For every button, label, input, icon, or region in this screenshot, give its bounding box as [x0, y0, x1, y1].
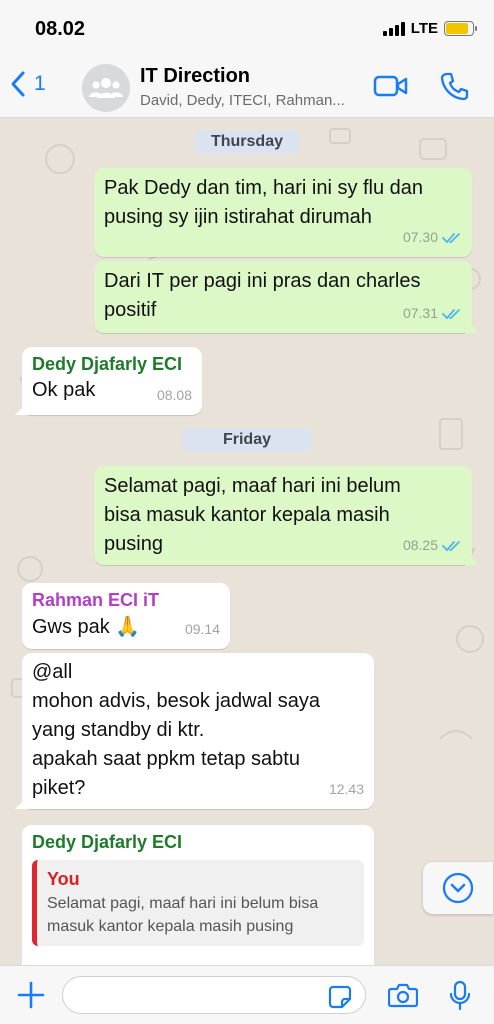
sticker-icon — [328, 985, 352, 1009]
sticker-button[interactable] — [328, 985, 352, 1014]
message-outgoing[interactable]: Dari IT per pagi ini pras dan charles po… — [94, 261, 472, 333]
sender-name: Dedy Djafarly ECI — [32, 832, 183, 852]
message-meta: 07.30 — [403, 223, 462, 252]
group-avatar-icon — [89, 78, 123, 98]
video-call-icon — [373, 75, 408, 97]
message-incoming[interactable]: @all mohon advis, besok jadwal saya yang… — [22, 653, 374, 809]
status-time: 08.02 — [35, 18, 86, 40]
date-separator: Thursday — [195, 130, 299, 154]
microphone-icon — [449, 980, 471, 1011]
message-list[interactable]: Thursday Pak Dedy dan tim, hari ini sy f… — [0, 119, 494, 965]
quote-author: You — [47, 869, 80, 889]
message-meta: 08.25 — [403, 531, 462, 560]
pray-emoji: 🙏 — [115, 614, 141, 638]
camera-icon — [387, 983, 419, 1008]
video-call-button[interactable] — [373, 73, 409, 104]
plus-icon — [17, 981, 45, 1009]
message-outgoing[interactable]: Selamat pagi, maaf hari ini belum bisa m… — [94, 466, 472, 565]
unread-count: 1 — [34, 72, 46, 95]
status-indicators: LTE — [382, 20, 477, 37]
message-time: 07.30 — [402, 229, 438, 245]
sender-name: Dedy Djafarly ECI — [32, 354, 183, 374]
phone-icon — [440, 72, 469, 101]
message-text: piket? — [32, 777, 86, 799]
message-time: 07.31 — [402, 305, 438, 321]
signal-icon — [382, 21, 405, 36]
chat-screen: 08.02 LTE 1 IT Direction David, Dedy, IT… — [0, 0, 494, 1024]
attach-button[interactable] — [16, 980, 46, 1015]
camera-button[interactable] — [387, 982, 419, 1013]
status-bar: 08.02 LTE — [0, 0, 494, 56]
chat-title[interactable]: IT Direction — [140, 65, 250, 88]
group-avatar[interactable] — [82, 64, 130, 112]
voice-message-button[interactable] — [449, 980, 471, 1017]
voice-call-button[interactable] — [440, 71, 470, 106]
message-text: @all — [32, 661, 73, 683]
message-text: Selamat pagi, maaf hari ini belum — [104, 475, 401, 497]
message-composer — [0, 965, 494, 1024]
network-label: LTE — [410, 20, 438, 37]
quote-text: Selamat pagi, maaf hari ini belum bisa — [47, 895, 319, 912]
quoted-message[interactable]: You Selamat pagi, maaf hari ini belum bi… — [32, 860, 364, 946]
message-time: 08.25 — [402, 537, 438, 553]
message-text: yang standby di ktr. — [32, 719, 205, 741]
date-label: Thursday — [210, 133, 283, 150]
quote-text: masuk kantor kepala masih pusing — [47, 918, 294, 935]
chevron-down-circle-icon — [442, 872, 474, 904]
message-input[interactable] — [62, 976, 366, 1014]
message-text-cut-off — [32, 954, 364, 965]
read-ticks-icon — [442, 308, 460, 319]
message-time: 12.43 — [328, 781, 364, 797]
date-label: Friday — [222, 431, 271, 448]
message-outgoing[interactable]: Pak Dedy dan tim, hari ini sy flu dan pu… — [94, 168, 472, 257]
chevron-left-icon — [11, 71, 25, 97]
message-text: Dari IT per pagi ini pras dan charles — [104, 270, 421, 292]
back-button[interactable]: 1 — [10, 70, 46, 98]
chat-header: 1 IT Direction David, Dedy, ITECI, Rahma… — [0, 56, 494, 118]
message-meta: 12.43 — [329, 775, 364, 804]
message-incoming[interactable]: Rahman ECI iT Gws pak 🙏 09.14 — [22, 583, 230, 649]
scroll-to-bottom-button[interactable] — [423, 862, 493, 914]
message-incoming-reply[interactable]: Dedy Djafarly ECI You Selamat pagi, maaf… — [22, 825, 374, 965]
message-text: apakah saat ppkm tetap sabtu — [32, 748, 300, 770]
date-separator: Friday — [182, 428, 312, 452]
battery-icon — [444, 21, 477, 36]
read-ticks-icon — [442, 232, 460, 243]
message-time: 08.08 — [156, 387, 192, 403]
read-ticks-icon — [442, 540, 460, 551]
chat-participants[interactable]: David, Dedy, ITECI, Rahman... — [140, 92, 365, 109]
message-text: bisa masuk kantor kepala masih — [104, 504, 390, 526]
message-text: Gws pak — [32, 616, 110, 638]
message-time: 09.14 — [184, 621, 220, 637]
sender-name: Rahman ECI iT — [32, 590, 160, 610]
message-meta: 07.31 — [403, 299, 462, 328]
message-meta: 08.08 — [157, 381, 192, 410]
message-incoming[interactable]: Dedy Djafarly ECI Ok pak 08.08 — [22, 347, 202, 415]
message-text: Pak Dedy dan tim, hari ini sy flu dan — [104, 177, 424, 199]
message-meta: 09.14 — [185, 615, 220, 644]
message-text: mohon advis, besok jadwal saya — [32, 690, 320, 712]
